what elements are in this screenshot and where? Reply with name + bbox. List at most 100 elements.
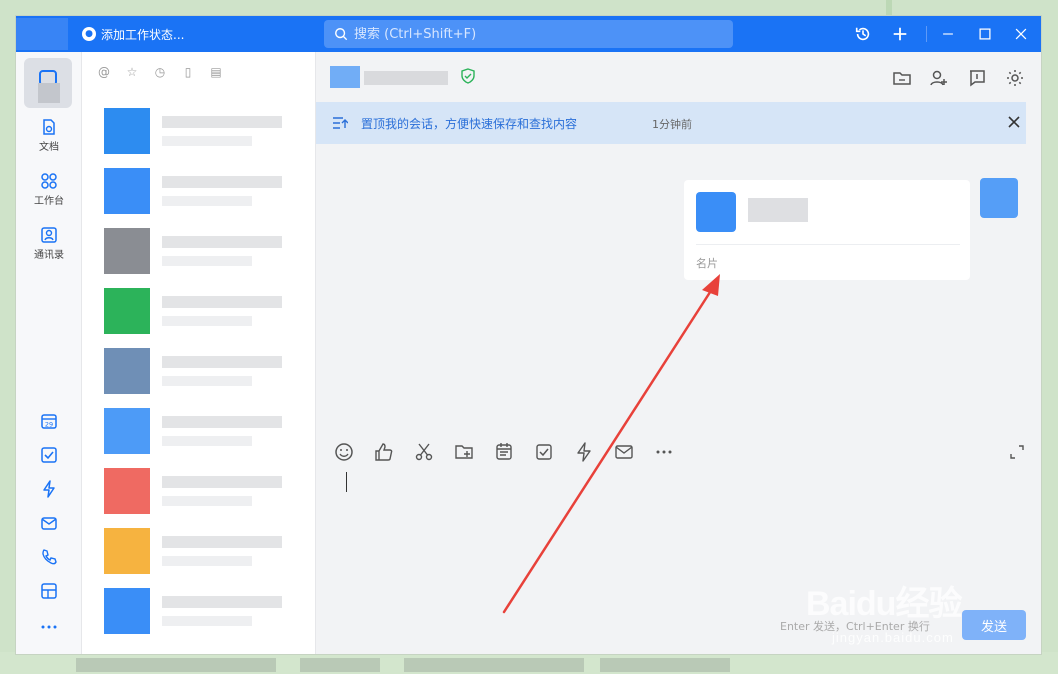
close-icon[interactable] [1011,24,1031,44]
nav-messages[interactable] [24,58,72,108]
banner-close-icon[interactable] [1006,114,1022,130]
titlebar: ● 添加工作状态... [16,16,1041,52]
conversation-item[interactable] [82,342,316,402]
star-filter-icon[interactable]: ☆ [124,64,140,80]
filter-bar: @ ☆ ◷ ▯ ▤ [96,64,224,80]
conversation-avatar [104,228,150,274]
nav-contacts[interactable]: 通讯录 [16,226,82,274]
conversation-item[interactable] [82,162,316,222]
conversation-name-blur [162,596,282,608]
chat-header [316,52,1041,102]
calendar-day: 29 [45,421,53,429]
plus-icon[interactable] [890,24,910,44]
verified-shield-icon [461,68,475,84]
folder-icon[interactable] [892,68,912,88]
work-status-button[interactable]: ● 添加工作状态... [82,23,184,45]
history-icon[interactable] [853,24,873,44]
my-avatar[interactable] [980,178,1018,218]
titlebar-divider [926,26,927,42]
app-window: ● 添加工作状态... 文档 [16,16,1041,654]
conversation-avatar [104,108,150,154]
conversation-name-blur [162,356,282,368]
box-icon[interactable] [40,582,58,600]
search-box[interactable] [324,20,733,48]
conversation-name-blur [162,116,282,128]
conversation-preview-blur [162,256,252,266]
conversation-list: @ ☆ ◷ ▯ ▤ [82,52,316,654]
conversation-item[interactable] [82,522,316,582]
banner-text: 置顶我的会话，方便快速保存和查找内容 [361,117,578,131]
folder-add-icon[interactable] [454,442,474,462]
user-avatar[interactable] [16,18,68,50]
more-tools-icon[interactable] [654,442,674,462]
banner-time: 1分钟前 [652,118,692,131]
conversation-avatar [104,288,150,334]
card-type-label: 名片 [696,257,718,270]
mention-filter-icon[interactable]: @ [96,64,112,80]
background-blur [404,658,584,672]
contacts-icon [41,227,57,243]
chat-title-blur [364,71,448,85]
baidu-watermark-url: jingyan.baidu.com [832,630,954,645]
scissors-icon[interactable] [414,442,434,462]
left-nav: 文档 工作台 通讯录 29 [16,52,82,654]
nav-workbench[interactable]: 工作台 [16,172,82,220]
conversation-item[interactable] [82,462,316,522]
conversation-item[interactable] [82,582,316,642]
settings-gear-icon[interactable] [1005,68,1025,88]
flash-icon[interactable] [574,442,594,462]
card-divider [696,244,960,245]
phone-icon[interactable] [40,548,58,566]
conversation-preview-blur [162,136,252,146]
conversation-item[interactable] [82,102,316,162]
search-icon [335,28,348,41]
conversation-name-blur [162,296,282,308]
card-avatar [696,192,736,232]
search-input[interactable] [354,26,694,42]
emoji-icon[interactable] [334,442,354,462]
nav-docs[interactable]: 文档 [16,118,82,166]
conversation-preview-blur [162,436,252,446]
minimize-icon[interactable] [938,24,958,44]
expand-icon[interactable] [1009,444,1025,460]
nav-workbench-label: 工作台 [34,196,64,207]
envelope-icon[interactable] [614,442,634,462]
thumbs-up-icon[interactable] [374,442,394,462]
lightning-icon[interactable] [40,480,58,498]
task-check-icon[interactable] [534,442,554,462]
nav-contacts-label: 通讯录 [34,250,64,261]
conversation-name-blur [162,416,282,428]
pin-message-icon[interactable] [967,68,987,88]
send-button[interactable]: 发送 [962,610,1026,640]
calendar-icon[interactable]: 29 [40,412,58,430]
conversation-preview-blur [162,196,252,206]
background-blur [600,658,730,672]
background-blur [76,658,276,672]
doc-filter-icon[interactable]: ▯ [180,64,196,80]
conversation-avatar [104,348,150,394]
maximize-icon[interactable] [975,24,995,44]
conversation-avatar [104,528,150,574]
conversation-item[interactable] [82,282,316,342]
todo-check-icon[interactable] [40,446,58,464]
add-member-icon[interactable] [929,68,949,88]
mail-icon[interactable] [40,514,58,532]
conversation-item[interactable] [82,222,316,282]
text-caret [346,472,347,492]
baidu-watermark: Baidu经验 [806,585,962,623]
conversation-item[interactable] [82,402,316,462]
card-name-blur [748,198,808,222]
business-card-message[interactable]: 名片 [684,180,970,280]
conversation-avatar [104,168,150,214]
conversation-preview-blur [162,316,252,326]
calendar-note-icon[interactable] [494,442,514,462]
clock-filter-icon[interactable]: ◷ [152,64,168,80]
nav-badge-blur [38,83,60,103]
more-icon[interactable] [40,618,58,636]
chat-title-blur [330,66,360,88]
conversation-preview-blur [162,496,252,506]
conversation-preview-blur [162,376,252,386]
conversation-preview-blur [162,616,252,626]
file-filter-icon[interactable]: ▤ [208,64,224,80]
conversation-name-blur [162,236,282,248]
